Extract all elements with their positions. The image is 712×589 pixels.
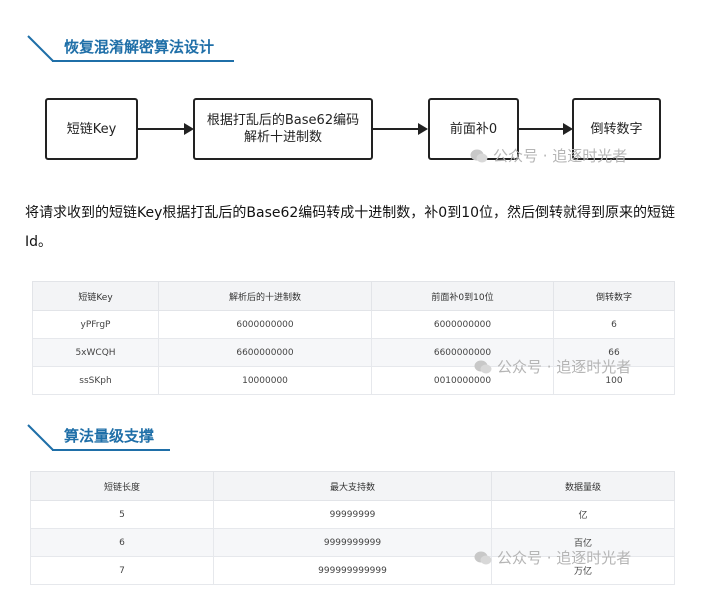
table-cell: 6600000000 [158,338,372,367]
watermark: 公众号 · 追逐时光者 [470,145,627,166]
column-header: 解析后的十进制数 [158,281,372,311]
section-title: 算法量级支撑 [64,427,155,445]
table-cell: 6 [30,528,214,557]
heading-slash-icon [27,35,54,62]
table-cell: 7 [30,556,214,585]
table-cell: 10000000 [158,366,372,395]
table-row: yPFrgP 6000000000 6000000000 6 [32,310,675,339]
column-header: 短链长度 [30,471,214,501]
table-cell: 6 [553,310,675,339]
watermark-text: 公众号 · 追逐时光者 [497,358,632,376]
table-cell: 5xWCQH [32,338,159,367]
heading-underline [52,60,234,62]
flow-arrow [373,123,428,135]
wechat-icon [474,360,492,374]
table-cell: 9999999999 [213,528,492,557]
section-heading-decrypt: 恢复混淆解密算法设计 [26,34,236,62]
table-cell: 6000000000 [158,310,372,339]
description-paragraph: 将请求收到的短链Key根据打乱后的Base62编码转成十进制数，补0到10位，然… [25,205,676,250]
table-cell: 999999999999 [213,556,492,585]
section-heading-capacity: 算法量级支撑 [26,423,186,451]
column-header: 倒转数字 [553,281,675,311]
table-row: 5 99999999 亿 [30,500,675,529]
table-cell: 99999999 [213,500,492,529]
watermark: 公众号 · 追逐时光者 [474,547,631,568]
column-header: 短链Key [32,281,159,311]
section-title: 恢复混淆解密算法设计 [64,38,215,56]
table-cell: yPFrgP [32,310,159,339]
flow-node-decode: 根据打乱后的Base62编码 解析十进制数 [193,98,373,160]
wechat-icon [474,551,492,565]
heading-underline [52,449,170,451]
table-cell: 亿 [491,500,675,529]
flow-arrow [138,123,194,135]
table-header-row: 短链长度 最大支持数 数据量级 [30,471,675,501]
watermark: 公众号 · 追逐时光者 [474,356,631,377]
column-header: 最大支持数 [213,471,492,501]
watermark-text: 公众号 · 追逐时光者 [493,147,628,165]
table-cell: ssSKph [32,366,159,395]
table-header-row: 短链Key 解析后的十进制数 前面补0到10位 倒转数字 [32,281,675,311]
wechat-icon [470,149,488,163]
table-cell: 6000000000 [371,310,554,339]
table-cell: 5 [30,500,214,529]
heading-slash-icon [27,424,54,451]
column-header: 数据量级 [491,471,675,501]
column-header: 前面补0到10位 [371,281,554,311]
decode-example-table: 短链Key 解析后的十进制数 前面补0到10位 倒转数字 yPFrgP 6000… [32,281,675,395]
flow-arrow [519,123,573,135]
flow-node-short-key: 短链Key [45,98,138,160]
watermark-text: 公众号 · 追逐时光者 [497,549,632,567]
